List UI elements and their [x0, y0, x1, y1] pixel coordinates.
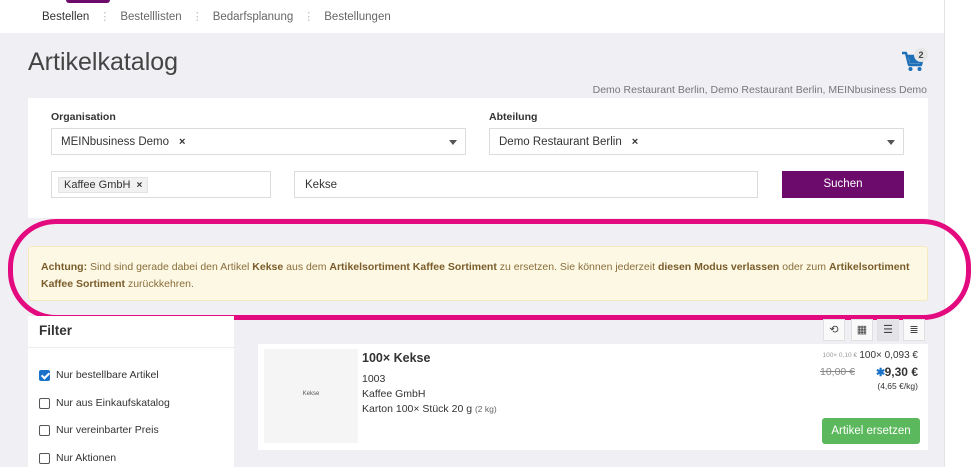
alert-sortiment: Artikelsortiment Kaffee Sortiment [329, 261, 497, 273]
filter-sidebar [28, 316, 234, 467]
filter-option[interactable]: Nur aus Einkaufskatalog [39, 397, 170, 409]
page-title: Artikelkatalog [28, 48, 179, 76]
alert-text: aus dem [286, 261, 327, 273]
exit-mode-link[interactable]: diesen Modus verlassen [658, 261, 779, 273]
vertical-dots-separator: ⋮ [303, 11, 315, 23]
alert-text: oder zum [782, 261, 827, 273]
filter-option-label: Nur aus Einkaufskatalog [56, 397, 170, 409]
search-button[interactable]: Suchen [782, 171, 904, 198]
product-image[interactable]: Kekse [264, 349, 358, 443]
organisation-select[interactable]: MEINbusiness Demo × [51, 128, 466, 155]
supplier-chip: Kaffee GmbH × [58, 177, 149, 193]
filter-option[interactable]: Nur vereinbarter Preis [39, 424, 159, 436]
alert-text: zu ersetzen. Sie können jederzeit [499, 261, 656, 273]
tab-bestelllisten[interactable]: Bestelllisten [120, 11, 181, 23]
filter-option[interactable]: Nur bestellbare Artikel [39, 369, 159, 381]
filter-divider [28, 347, 234, 348]
old-unit-price: 100× 0,10 € [822, 352, 857, 359]
cart-count-badge: 2 [914, 48, 928, 62]
filter-option-label: Nur bestellbare Artikel [56, 369, 159, 381]
checkbox[interactable] [39, 397, 50, 409]
product-packaging: Karton 100× Stück 20 g (2 kg) [362, 403, 497, 415]
product-image-label: Kekse [302, 391, 320, 397]
price-per-kg: (4,65 €/kg) [877, 381, 918, 391]
filter-option-label: Nur vereinbarter Preis [56, 424, 159, 436]
compact-list-icon[interactable]: ≣ [903, 319, 925, 341]
abteilung-select[interactable]: Demo Restaurant Berlin × [489, 128, 904, 155]
abteilung-label: Abteilung [489, 111, 538, 123]
unit-price: 100× 0,093 € [859, 350, 918, 361]
clear-abteilung-icon[interactable]: × [632, 136, 638, 148]
checkbox-checked[interactable] [39, 369, 50, 381]
history-icon[interactable]: ⟲ [823, 319, 845, 341]
vertical-dots-separator: ⋮ [99, 11, 111, 23]
grid-view-icon[interactable]: ▦ [851, 319, 873, 341]
alert-prefix: Achtung: [41, 261, 88, 273]
chevron-down-icon [887, 140, 895, 145]
tab-bedarfsplanung[interactable]: Bedarfsplanung [213, 11, 294, 23]
alert-text: zurückkehren. [127, 278, 194, 290]
supplier-chip-label: Kaffee GmbH [64, 179, 131, 191]
current-price: 9,30 € [884, 365, 918, 379]
filter-option-label: Nur Aktionen [56, 452, 117, 464]
page-edge-divider [944, 0, 945, 467]
packaging-weight: (2 kg) [474, 404, 497, 414]
organisation-value: MEINbusiness Demo [61, 136, 170, 148]
active-tab-indicator [66, 0, 110, 3]
tab-bestellungen[interactable]: Bestellungen [324, 11, 391, 23]
organisation-label: Organisation [51, 111, 116, 123]
checkbox[interactable] [39, 424, 50, 436]
packaging-text: Karton 100× Stück 20 g [362, 403, 473, 415]
vertical-dots-separator: ⋮ [191, 11, 203, 23]
product-number: 1003 [362, 373, 386, 385]
filter-option[interactable]: Nur Aktionen [39, 452, 116, 464]
list-view-icon[interactable]: ☰ [877, 319, 899, 341]
product-name[interactable]: 100× Kekse [362, 351, 430, 365]
search-input[interactable]: Kekse [294, 171, 758, 198]
checkbox[interactable] [39, 452, 50, 464]
filter-title: Filter [39, 323, 73, 338]
supplier-filter-input[interactable]: Kaffee GmbH × [51, 171, 271, 198]
alert-article: Kekse [252, 261, 284, 273]
chevron-down-icon [449, 140, 457, 145]
abteilung-value: Demo Restaurant Berlin [499, 136, 622, 148]
tab-bestellen[interactable]: Bestellen [42, 11, 89, 23]
top-navigation: Bestellen ⋮ Bestelllisten ⋮ Bedarfsplanu… [0, 0, 944, 33]
alert-text: Sind sind gerade dabei den Artikel [90, 261, 250, 273]
old-price: 10,00 € [820, 366, 856, 378]
context-breadcrumb: Demo Restaurant Berlin, Demo Restaurant … [592, 84, 927, 96]
clear-organisation-icon[interactable]: × [179, 136, 185, 148]
product-supplier: Kaffee GmbH [362, 388, 426, 400]
replace-mode-alert: Achtung: Sind sind gerade dabei den Arti… [28, 246, 928, 301]
remove-supplier-icon[interactable]: × [136, 180, 142, 191]
replace-article-button[interactable]: Artikel ersetzen [822, 418, 920, 444]
search-panel [28, 98, 928, 218]
